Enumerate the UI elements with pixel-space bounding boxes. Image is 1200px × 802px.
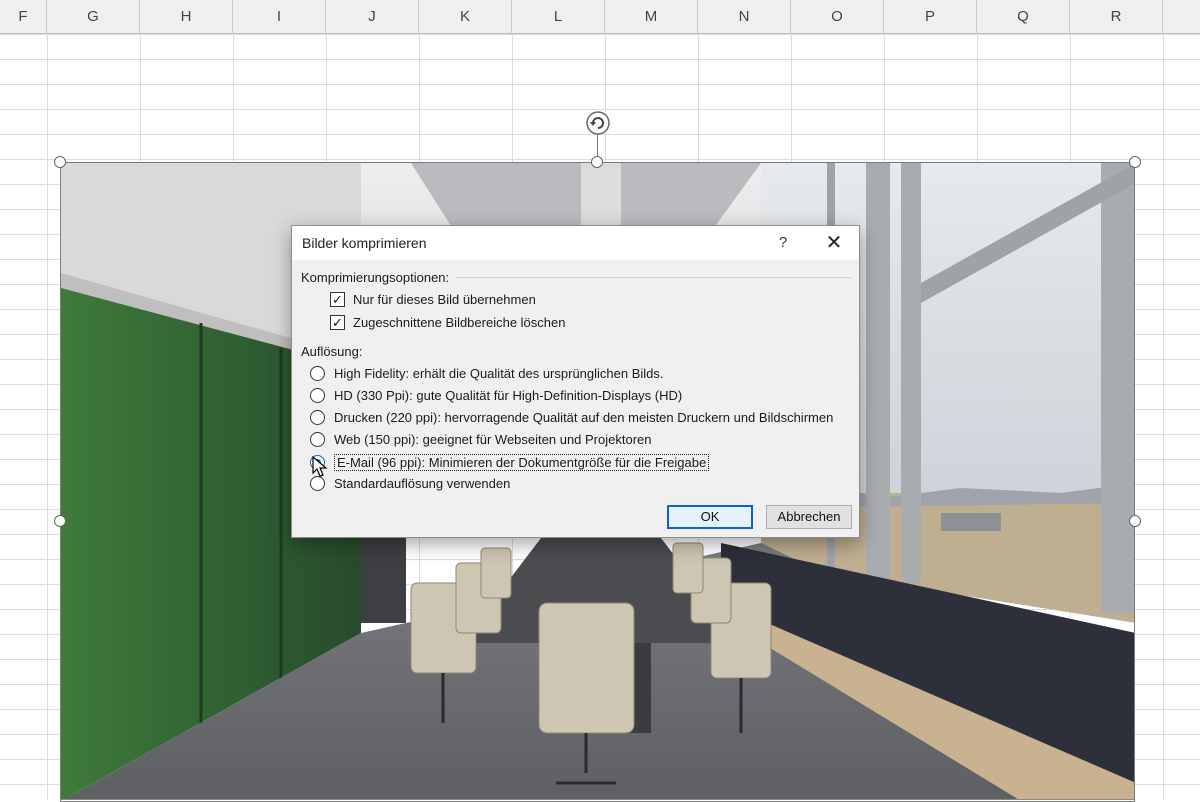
radio-web-150[interactable]: Web (150 ppi): geeignet für Webseiten un… xyxy=(310,432,652,447)
compress-pictures-dialog: Bilder komprimieren ? ✕ Komprimierungsop… xyxy=(291,225,860,538)
resolution-label: Auflösung: xyxy=(301,344,851,359)
radio-label: Web (150 ppi): geeignet für Webseiten un… xyxy=(334,432,652,447)
close-button[interactable]: ✕ xyxy=(820,230,848,256)
checkbox-checked-icon: ✓ xyxy=(330,292,345,307)
resize-handle-top-right[interactable] xyxy=(1129,156,1141,168)
resize-handle-left[interactable] xyxy=(54,515,66,527)
rotate-icon[interactable] xyxy=(585,110,611,136)
radio-unchecked-icon xyxy=(310,388,325,403)
radio-email-96[interactable]: E-Mail (96 ppi): Minimieren der Dokument… xyxy=(310,454,710,471)
column-header-h[interactable]: H xyxy=(140,0,233,34)
column-header-m[interactable]: M xyxy=(605,0,698,34)
radio-unchecked-icon xyxy=(310,432,325,447)
column-header-k[interactable]: K xyxy=(419,0,512,34)
radio-default-resolution[interactable]: Standardauflösung verwenden xyxy=(310,476,510,491)
radio-label: Standardauflösung verwenden xyxy=(334,476,511,491)
cancel-button[interactable]: Abbrechen xyxy=(766,505,852,529)
column-header-n[interactable]: N xyxy=(698,0,791,34)
column-header-l[interactable]: L xyxy=(512,0,605,34)
resize-handle-top[interactable] xyxy=(591,156,603,168)
column-header-q[interactable]: Q xyxy=(977,0,1070,34)
resolution-label-text: Auflösung: xyxy=(301,344,363,359)
resize-handle-top-left[interactable] xyxy=(54,156,66,168)
mouse-cursor-icon xyxy=(312,455,328,478)
ok-button[interactable]: OK xyxy=(667,505,753,529)
dialog-title: Bilder komprimieren xyxy=(302,235,427,251)
radio-unchecked-icon xyxy=(310,410,325,425)
checkbox-label: Nur für dieses Bild übernehmen xyxy=(353,292,536,307)
group-divider xyxy=(455,277,851,278)
radio-print-220[interactable]: Drucken (220 ppi): hervorragende Qualitä… xyxy=(310,410,833,425)
radio-label: HD (330 Ppi): gute Qualität für High-Def… xyxy=(334,388,683,403)
radio-label: E-Mail (96 ppi): Minimieren der Dokument… xyxy=(334,454,710,471)
column-header-i[interactable]: I xyxy=(233,0,326,34)
radio-high-fidelity[interactable]: High Fidelity: erhält die Qualität des u… xyxy=(310,366,664,381)
radio-label: Drucken (220 ppi): hervorragende Qualitä… xyxy=(334,410,834,425)
radio-unchecked-icon xyxy=(310,476,325,491)
checkbox-checked-icon: ✓ xyxy=(330,315,345,330)
column-header-r[interactable]: R xyxy=(1070,0,1163,34)
column-header-o[interactable]: O xyxy=(791,0,884,34)
column-header-g[interactable]: G xyxy=(47,0,140,34)
radio-label: High Fidelity: erhält die Qualität des u… xyxy=(334,366,664,381)
help-button[interactable]: ? xyxy=(770,230,796,256)
apply-only-this-picture-checkbox[interactable]: ✓ Nur für dieses Bild übernehmen xyxy=(330,292,536,307)
checkbox-label: Zugeschnittene Bildbereiche löschen xyxy=(353,315,566,330)
column-header-j[interactable]: J xyxy=(326,0,419,34)
delete-cropped-areas-checkbox[interactable]: ✓ Zugeschnittene Bildbereiche löschen xyxy=(330,315,565,330)
resize-handle-right[interactable] xyxy=(1129,515,1141,527)
column-header-bar: F G H I J K L M N O P Q R xyxy=(0,0,1200,34)
dialog-titlebar[interactable]: Bilder komprimieren ? ✕ xyxy=(292,226,859,260)
column-header-f[interactable]: F xyxy=(0,0,47,34)
radio-hd-330[interactable]: HD (330 Ppi): gute Qualität für High-Def… xyxy=(310,388,682,403)
compression-options-label: Komprimierungsoptionen: xyxy=(301,270,851,285)
column-header-p[interactable]: P xyxy=(884,0,977,34)
compression-options-label-text: Komprimierungsoptionen: xyxy=(301,270,450,285)
radio-unchecked-icon xyxy=(310,366,325,381)
